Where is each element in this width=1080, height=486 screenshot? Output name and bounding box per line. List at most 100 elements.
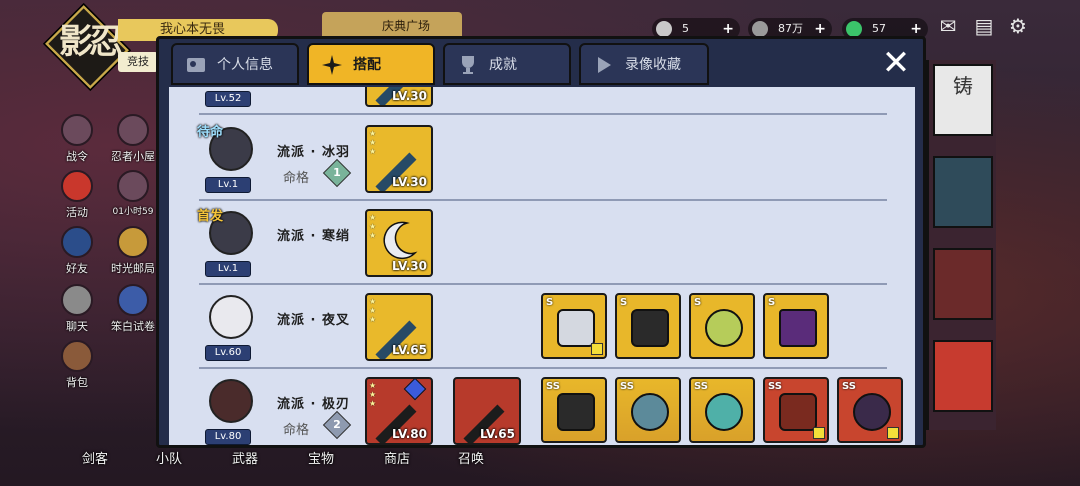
weapon-level: LV.65: [392, 343, 427, 357]
status-badge: 首发: [197, 209, 224, 224]
rank-tag[interactable]: 竞技: [118, 52, 158, 72]
list-item[interactable]: 待命 Lv.1 流派 · 冰羽 命格 1 ★ ★ ★ LV.30: [179, 119, 887, 201]
bow-icon: [853, 393, 891, 431]
star-rating-icon: ★ ★ ★: [369, 213, 377, 240]
side-item-exam[interactable]: 笨白试卷: [110, 284, 156, 334]
row-divider: [199, 113, 887, 115]
timer-icon: [117, 170, 149, 202]
avatar: Lv.60: [201, 293, 259, 363]
list-item[interactable]: 首发 Lv.1 流派 · 寒绡 ★ ★ ★ LV.30: [179, 203, 887, 285]
equipment-slot[interactable]: SS: [615, 377, 681, 443]
post-office-icon: [117, 226, 149, 258]
level-badge: Lv.1: [205, 177, 251, 193]
school-label: 流派 · 寒绡: [277, 229, 350, 244]
gear-icon[interactable]: ⚙: [1004, 14, 1032, 38]
tab-profile[interactable]: 个人信息: [171, 43, 299, 85]
character-portrait: [209, 295, 253, 339]
star-rating-icon: ★ ★ ★: [369, 129, 377, 156]
nav-swordsman[interactable]: 剑客: [82, 448, 108, 467]
scroll-handle-icon: [557, 393, 595, 431]
equipment-slot[interactable]: S: [541, 293, 607, 359]
nav-squad[interactable]: 小队: [156, 448, 182, 467]
weapon-slot[interactable]: ★ ★ ★ LV.80: [365, 377, 433, 445]
shuriken-icon: [322, 55, 342, 75]
side-item-battle-pass[interactable]: 战令: [54, 114, 100, 164]
nav-summon[interactable]: 召唤: [458, 448, 484, 467]
side-item-post-office[interactable]: 时光邮局: [110, 226, 156, 276]
nav-treasure[interactable]: 宝物: [308, 448, 334, 467]
mail-icon[interactable]: ✉: [934, 14, 962, 38]
side-item-ninja-hut[interactable]: 忍者小屋: [110, 114, 156, 164]
exam-icon: [117, 284, 149, 316]
trophy-icon: [462, 56, 474, 74]
weapon-slot[interactable]: LV.65: [453, 377, 521, 445]
torii-icon: [61, 170, 93, 202]
fate-label: 命格: [283, 423, 310, 438]
avatar: 待命 Lv.1: [197, 125, 259, 195]
event-banner[interactable]: [933, 156, 993, 228]
avatar: 首发 Lv.1: [197, 209, 259, 279]
close-icon[interactable]: ✕: [877, 45, 915, 83]
equipment-slot[interactable]: SS: [541, 377, 607, 443]
row-divider: [199, 367, 887, 369]
side-item-chat[interactable]: 聊天: [54, 284, 100, 334]
battle-pass-icon: [61, 114, 93, 146]
forge-banner[interactable]: 铸: [933, 64, 993, 136]
weapon-level: LV.30: [392, 89, 427, 103]
row-divider: [199, 199, 887, 201]
weapon-level: LV.30: [392, 175, 427, 189]
fate-number: 2: [333, 418, 341, 431]
coin-icon: [656, 21, 672, 37]
jade-icon: [846, 21, 862, 37]
weapon-slot[interactable]: LV.30: [365, 87, 433, 107]
notice-icon[interactable]: ▤: [970, 14, 998, 38]
equipment-slot[interactable]: SS: [689, 377, 755, 443]
nav-weapons[interactable]: 武器: [232, 448, 258, 467]
side-item-backpack[interactable]: 背包: [54, 340, 100, 390]
right-banner-panel[interactable]: 铸: [926, 60, 996, 430]
loadout-modal: 个人信息 搭配 成就 录像收藏 ✕ Lv.52 LV.30 待命 Lv.1 流派…: [156, 36, 926, 448]
level-badge: Lv.80: [205, 429, 251, 445]
jade-value: 57: [872, 22, 886, 35]
tab-loadout[interactable]: 搭配: [307, 43, 435, 85]
scroll-handle-icon: [631, 309, 669, 347]
equipment-slot[interactable]: S: [689, 293, 755, 359]
friends-icon: [61, 226, 93, 258]
side-item-friends[interactable]: 好友: [54, 226, 100, 276]
promo-banner[interactable]: [933, 248, 993, 320]
nav-shop[interactable]: 商店: [384, 448, 410, 467]
character-portrait: [209, 379, 253, 423]
shop-banner[interactable]: [933, 340, 993, 412]
side-item-timer[interactable]: 01小时59: [110, 170, 156, 217]
level-badge: Lv.1: [205, 261, 251, 277]
equipment-slot[interactable]: S: [763, 293, 829, 359]
equipment-slot[interactable]: SS: [763, 377, 829, 443]
fate-number: 1: [333, 166, 341, 179]
tab-replays[interactable]: 录像收藏: [579, 43, 709, 85]
side-item-events[interactable]: 活动: [54, 170, 100, 220]
play-icon: [598, 57, 611, 73]
tab-achievements[interactable]: 成就: [443, 43, 571, 85]
gem-value: 87万: [778, 22, 803, 35]
bottom-nav: 剑客 小队 武器 宝物 商店 召唤: [60, 448, 580, 482]
logo-text: 影忍: [59, 22, 123, 62]
armor-icon: [779, 393, 817, 431]
list-item[interactable]: Lv.60 流派 · 夜叉 ★ ★ ★ LV.65 S S S S: [179, 287, 887, 369]
school-label: 流派 · 夜叉: [277, 313, 350, 328]
jade-ring-icon: [705, 393, 743, 431]
list-item[interactable]: Lv.52 LV.30: [179, 87, 887, 115]
school-label: 流派 · 极刃: [277, 397, 350, 412]
weapon-slot[interactable]: ★ ★ ★ LV.30: [365, 209, 433, 277]
weapon-slot[interactable]: ★ ★ ★ LV.65: [365, 293, 433, 361]
equipment-slot[interactable]: SS: [837, 377, 903, 443]
weapon-slot[interactable]: ★ ★ ★ LV.30: [365, 125, 433, 193]
star-rating-icon: ★ ★ ★: [369, 297, 377, 324]
set-marker-icon: [813, 427, 825, 439]
loadout-list[interactable]: Lv.52 LV.30 待命 Lv.1 流派 · 冰羽 命格 1 ★ ★ ★ LV.…: [169, 87, 915, 445]
list-item[interactable]: Lv.80 流派 · 极刃 命格 2 ★ ★ ★ LV.80 LV.65 SS SS: [179, 371, 903, 445]
level-badge: Lv.60: [205, 345, 251, 361]
backpack-icon: [61, 340, 93, 372]
equipment-slot[interactable]: S: [615, 293, 681, 359]
status-badge: 待命: [197, 125, 224, 140]
upgrade-gem-icon: [403, 379, 427, 401]
